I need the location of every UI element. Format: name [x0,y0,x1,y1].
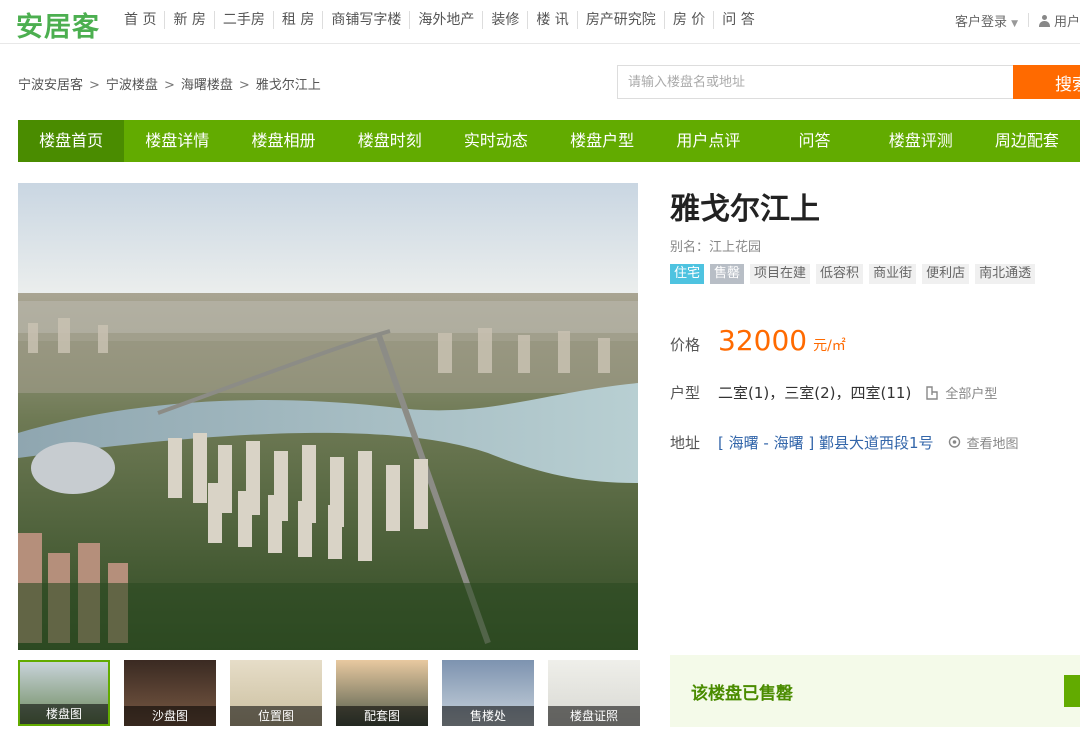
tab-surroundings[interactable]: 周边配套 [974,120,1080,162]
user-link[interactable]: 用户 [1038,11,1080,30]
client-login-link[interactable]: 客户登录 ▼ [955,11,1018,30]
thumb-facilities[interactable]: 配套图 [336,660,428,726]
top-nav-research[interactable]: 房产研究院 [576,11,664,29]
breadcrumb: 宁波安居客 > 宁波楼盘 > 海曙楼盘 > 雅戈尔江上 [18,74,321,93]
thumb-caption: 售楼处 [442,706,534,726]
divider [1027,13,1029,27]
top-right-links: 客户登录 ▼ 用户 [955,11,1080,30]
property-info: 雅戈尔江上 别名：江上花园 住宅 售罄 项目在建 低容积 商业街 便利店 南北通… [670,190,1080,452]
top-nav-overseas[interactable]: 海外地产 [409,11,482,29]
breadcrumb-separator: > [238,78,250,93]
site-logo[interactable]: 安居客 [16,5,100,44]
thumb-caption: 沙盘图 [124,706,216,726]
address-row: 地址 [ 海曙 - 海曙 ] 鄞县大道西段1号 查看地图 [670,432,1019,453]
breadcrumb-item[interactable]: 宁波楼盘 [106,78,158,93]
top-nav-prices[interactable]: 房 价 [663,11,713,29]
breadcrumb-separator: > [89,78,100,93]
top-nav: 首 页 新 房 二手房 租 房 商铺写字楼 海外地产 装修 楼 讯 房产研究院 … [124,11,763,29]
tag-north-south: 南北通透 [975,264,1036,284]
tag-under-construction: 项目在建 [750,264,811,284]
tab-live-updates[interactable]: 实时动态 [443,120,549,162]
sold-out-text: 该楼盘已售罄 [691,684,793,704]
address-label: 地址 [670,434,701,452]
top-nav-home[interactable]: 首 页 [124,11,164,29]
property-tags: 住宅 售罄 项目在建 低容积 商业街 便利店 南北通透 [670,264,1080,284]
thumb-sand-table[interactable]: 沙盘图 [124,660,216,726]
thumb-rendering[interactable]: 楼盘图 [18,660,110,726]
property-title: 雅戈尔江上 [670,192,820,227]
top-nav-qa[interactable]: 问 答 [713,11,762,29]
property-alias: 别名：江上花园 [670,240,762,255]
thumb-certificates[interactable]: 楼盘证照 [548,660,640,726]
top-nav-news[interactable]: 楼 讯 [527,11,576,29]
sold-out-notice: 该楼盘已售罄 [670,655,1080,727]
tab-evaluation[interactable]: 楼盘评测 [868,120,974,162]
tab-home[interactable]: 楼盘首页 [18,120,125,162]
tag-low-density: 低容积 [816,264,864,284]
top-bar: 安居客 首 页 新 房 二手房 租 房 商铺写字楼 海外地产 装修 楼 讯 房产… [0,0,1080,44]
user-icon [1038,15,1050,27]
main-property-photo[interactable] [18,183,638,650]
thumb-caption: 楼盘证照 [548,706,640,726]
search-button[interactable]: 搜索 [1013,65,1080,99]
address-link[interactable]: [ 海曙 - 海曙 ] 鄞县大道西段1号 [718,432,934,453]
property-tab-bar: 楼盘首页 楼盘详情 楼盘相册 楼盘时刻 实时动态 楼盘户型 用户点评 问答 楼盘… [18,120,1080,162]
thumb-sales-office[interactable]: 售楼处 [442,660,534,726]
price-label: 价格 [670,336,701,354]
tab-album[interactable]: 楼盘相册 [230,120,336,162]
thumb-location[interactable]: 位置图 [230,660,322,726]
top-nav-rent[interactable]: 租 房 [272,11,322,29]
floor-plan-icon [926,386,939,400]
thumb-caption: 位置图 [230,706,322,726]
price-unit: 元/㎡ [813,338,846,354]
price-value: 32000 [718,324,808,357]
top-nav-resale[interactable]: 二手房 [213,11,273,29]
layout-label: 户型 [670,384,701,402]
layout-row: 户型 二室(1)，三室(2)，四室(11) 全部户型 [670,382,997,403]
sold-action-button[interactable] [1064,675,1080,707]
layout-values: 二室(1)，三室(2)，四室(11) [718,384,912,402]
aerial-render-image [18,183,638,650]
chevron-down-icon: ▼ [1011,19,1018,29]
tab-floor-plans[interactable]: 楼盘户型 [549,120,655,162]
tag-residential: 住宅 [670,264,705,284]
thumb-caption: 配套图 [336,706,428,726]
tab-timeline[interactable]: 楼盘时刻 [337,120,443,162]
photo-thumbnails: 楼盘图 沙盘图 位置图 配套图 售楼处 楼盘证照 [18,660,640,726]
tab-reviews[interactable]: 用户点评 [655,120,761,162]
view-map-link[interactable]: 查看地图 [948,433,1019,452]
breadcrumb-item[interactable]: 宁波安居客 [18,78,83,93]
tag-commercial-street: 商业街 [869,264,917,284]
top-nav-new-homes[interactable]: 新 房 [164,11,213,29]
map-pin-icon [948,436,960,448]
breadcrumb-separator: > [163,78,175,93]
top-nav-decoration[interactable]: 装修 [482,11,527,29]
tab-qa[interactable]: 问答 [761,120,867,162]
tag-sold-out: 售罄 [710,264,745,284]
search-input[interactable] [617,65,1013,99]
price-row: 价格 32000 元/㎡ [670,324,846,357]
breadcrumb-item[interactable]: 海曙楼盘 [181,78,233,93]
top-nav-commercial[interactable]: 商铺写字楼 [322,11,409,29]
breadcrumb-current: 雅戈尔江上 [255,78,321,93]
tag-convenience-store: 便利店 [922,264,970,284]
tab-details[interactable]: 楼盘详情 [124,120,230,162]
all-layouts-link[interactable]: 全部户型 [925,383,997,402]
thumb-caption: 楼盘图 [20,704,108,724]
